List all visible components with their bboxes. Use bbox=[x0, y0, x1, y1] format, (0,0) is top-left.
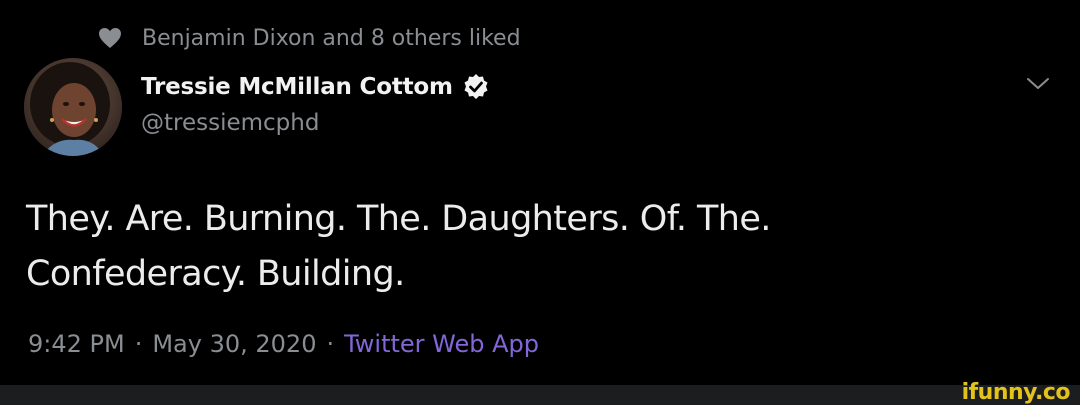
avatar[interactable] bbox=[24, 58, 122, 156]
tweet-time[interactable]: 9:42 PM bbox=[28, 330, 125, 358]
tweet-text-line: They. Are. Burning. The. Daughters. Of. … bbox=[26, 199, 771, 239]
watermark-bar bbox=[0, 385, 1080, 405]
ifunny-watermark: ifunny.co bbox=[961, 380, 1071, 405]
tweet-text: They. Are. Burning. The. Daughters. Of. … bbox=[26, 192, 1026, 302]
author-display-name[interactable]: Tressie McMillan Cottom bbox=[141, 74, 453, 100]
tweet-source-link[interactable]: Twitter Web App bbox=[344, 330, 539, 358]
tweet-card[interactable]: Benjamin Dixon and 8 others liked Tressi… bbox=[0, 0, 1080, 385]
verified-badge-icon bbox=[461, 72, 491, 102]
separator: · bbox=[134, 330, 143, 358]
social-context-text: Benjamin Dixon and 8 others liked bbox=[142, 25, 521, 51]
author-name-row[interactable]: Tressie McMillan Cottom bbox=[141, 72, 491, 102]
tweet-date[interactable]: May 30, 2020 bbox=[152, 330, 316, 358]
tweet-text-line: Confederacy. Building. bbox=[26, 254, 405, 294]
chevron-down-icon[interactable] bbox=[1025, 74, 1051, 94]
tweet-meta: 9:42 PM · May 30, 2020 · Twitter Web App bbox=[28, 330, 539, 358]
heart-icon bbox=[98, 27, 122, 49]
social-context: Benjamin Dixon and 8 others liked bbox=[98, 22, 521, 54]
separator: · bbox=[326, 330, 335, 358]
author-handle[interactable]: @tressiemcphd bbox=[141, 110, 319, 136]
